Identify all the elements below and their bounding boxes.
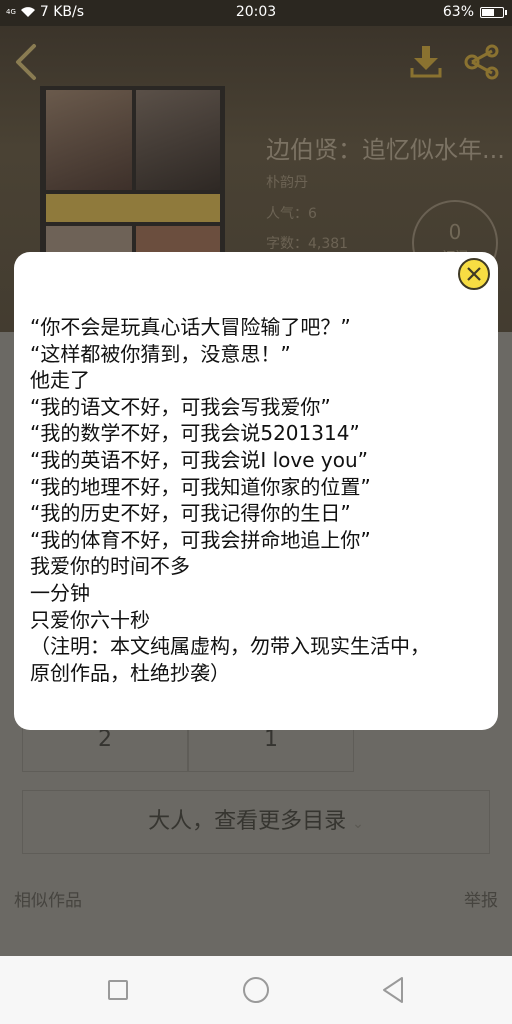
dialog-line: 原创作品，杜绝抄袭） xyxy=(30,660,230,685)
dialog-line: “我的历史不好，可我记得你的生日” xyxy=(30,501,351,526)
dialog-line: “你不会是玩真心话大冒险输了吧？” xyxy=(30,315,351,339)
dialog-line: 我爱你的时间不多 xyxy=(30,554,190,579)
dialog-line: 一分钟 xyxy=(30,580,90,605)
status-right: 63% xyxy=(442,4,507,20)
nav-back-icon[interactable] xyxy=(380,976,406,1004)
navigation-bar xyxy=(0,956,512,1024)
dialog-text: “你不会是玩真心话大冒险输了吧？” “这样都被你猜到，没意思！” 他走了 “我的语文不… xyxy=(30,314,490,686)
clock: 20:03 xyxy=(235,4,277,20)
book-cover[interactable] xyxy=(40,86,225,256)
chapter-number: 1 xyxy=(264,727,278,752)
download-icon[interactable] xyxy=(408,44,444,80)
cover-photo xyxy=(136,90,220,190)
recent-apps-icon[interactable] xyxy=(108,980,128,1000)
close-icon xyxy=(467,267,481,281)
dialog-line: “我的英语不好，可我会说I love you” xyxy=(30,447,369,472)
more-chapters-label: 大人，查看更多目录 xyxy=(148,809,347,834)
status-bar: 4G 7 KB/s 20:03 63% xyxy=(0,0,512,26)
dialog-line: “我的体育不好，可我会拼命地追上你” xyxy=(30,527,371,552)
dialog-line: 只爱你六十秒 xyxy=(30,607,150,632)
battery-fill xyxy=(482,8,494,16)
close-button[interactable] xyxy=(458,258,490,290)
cover-banner xyxy=(46,194,220,222)
chapter-number: 2 xyxy=(98,727,112,752)
chevron-down-icon: ⌄ xyxy=(352,816,364,832)
intro-dialog: “你不会是玩真心话大冒险输了吧？” “这样都被你猜到，没意思！” 他走了 “我的语文不… xyxy=(14,252,498,730)
similar-works-label[interactable]: 相似作品 xyxy=(14,886,82,911)
dialog-line: 他走了 xyxy=(30,368,90,393)
dialog-line: “我的语文不好，可我会写我爱你” xyxy=(30,394,331,419)
share-icon[interactable] xyxy=(462,44,502,80)
dialog-line: （注明：本文纯属虚构，勿带入现实生活中， xyxy=(30,634,430,659)
battery-icon xyxy=(480,6,507,18)
dialog-line: “我的数学不好，可我会说5201314” xyxy=(30,421,360,446)
home-icon[interactable] xyxy=(243,977,269,1003)
book-title: 边伯贤：追忆似水年... xyxy=(266,136,505,164)
dialog-line: “这样都被你猜到，没意思！” xyxy=(30,341,291,366)
book-word-count: 字数：4,381 xyxy=(266,236,349,252)
dialog-line: “我的地理不好，可我知道你家的位置” xyxy=(30,474,371,499)
more-chapters-button[interactable]: 大人，查看更多目录 ⌄ xyxy=(22,790,490,854)
back-arrow-icon[interactable] xyxy=(12,42,40,82)
cover-photo xyxy=(46,90,132,190)
book-author[interactable]: 朴韵丹 xyxy=(266,172,308,192)
battery-percent: 63% xyxy=(442,4,474,20)
subscribe-count: 0 xyxy=(448,220,462,244)
report-link[interactable]: 举报 xyxy=(464,886,498,911)
book-popularity: 人气：6 xyxy=(266,206,317,222)
